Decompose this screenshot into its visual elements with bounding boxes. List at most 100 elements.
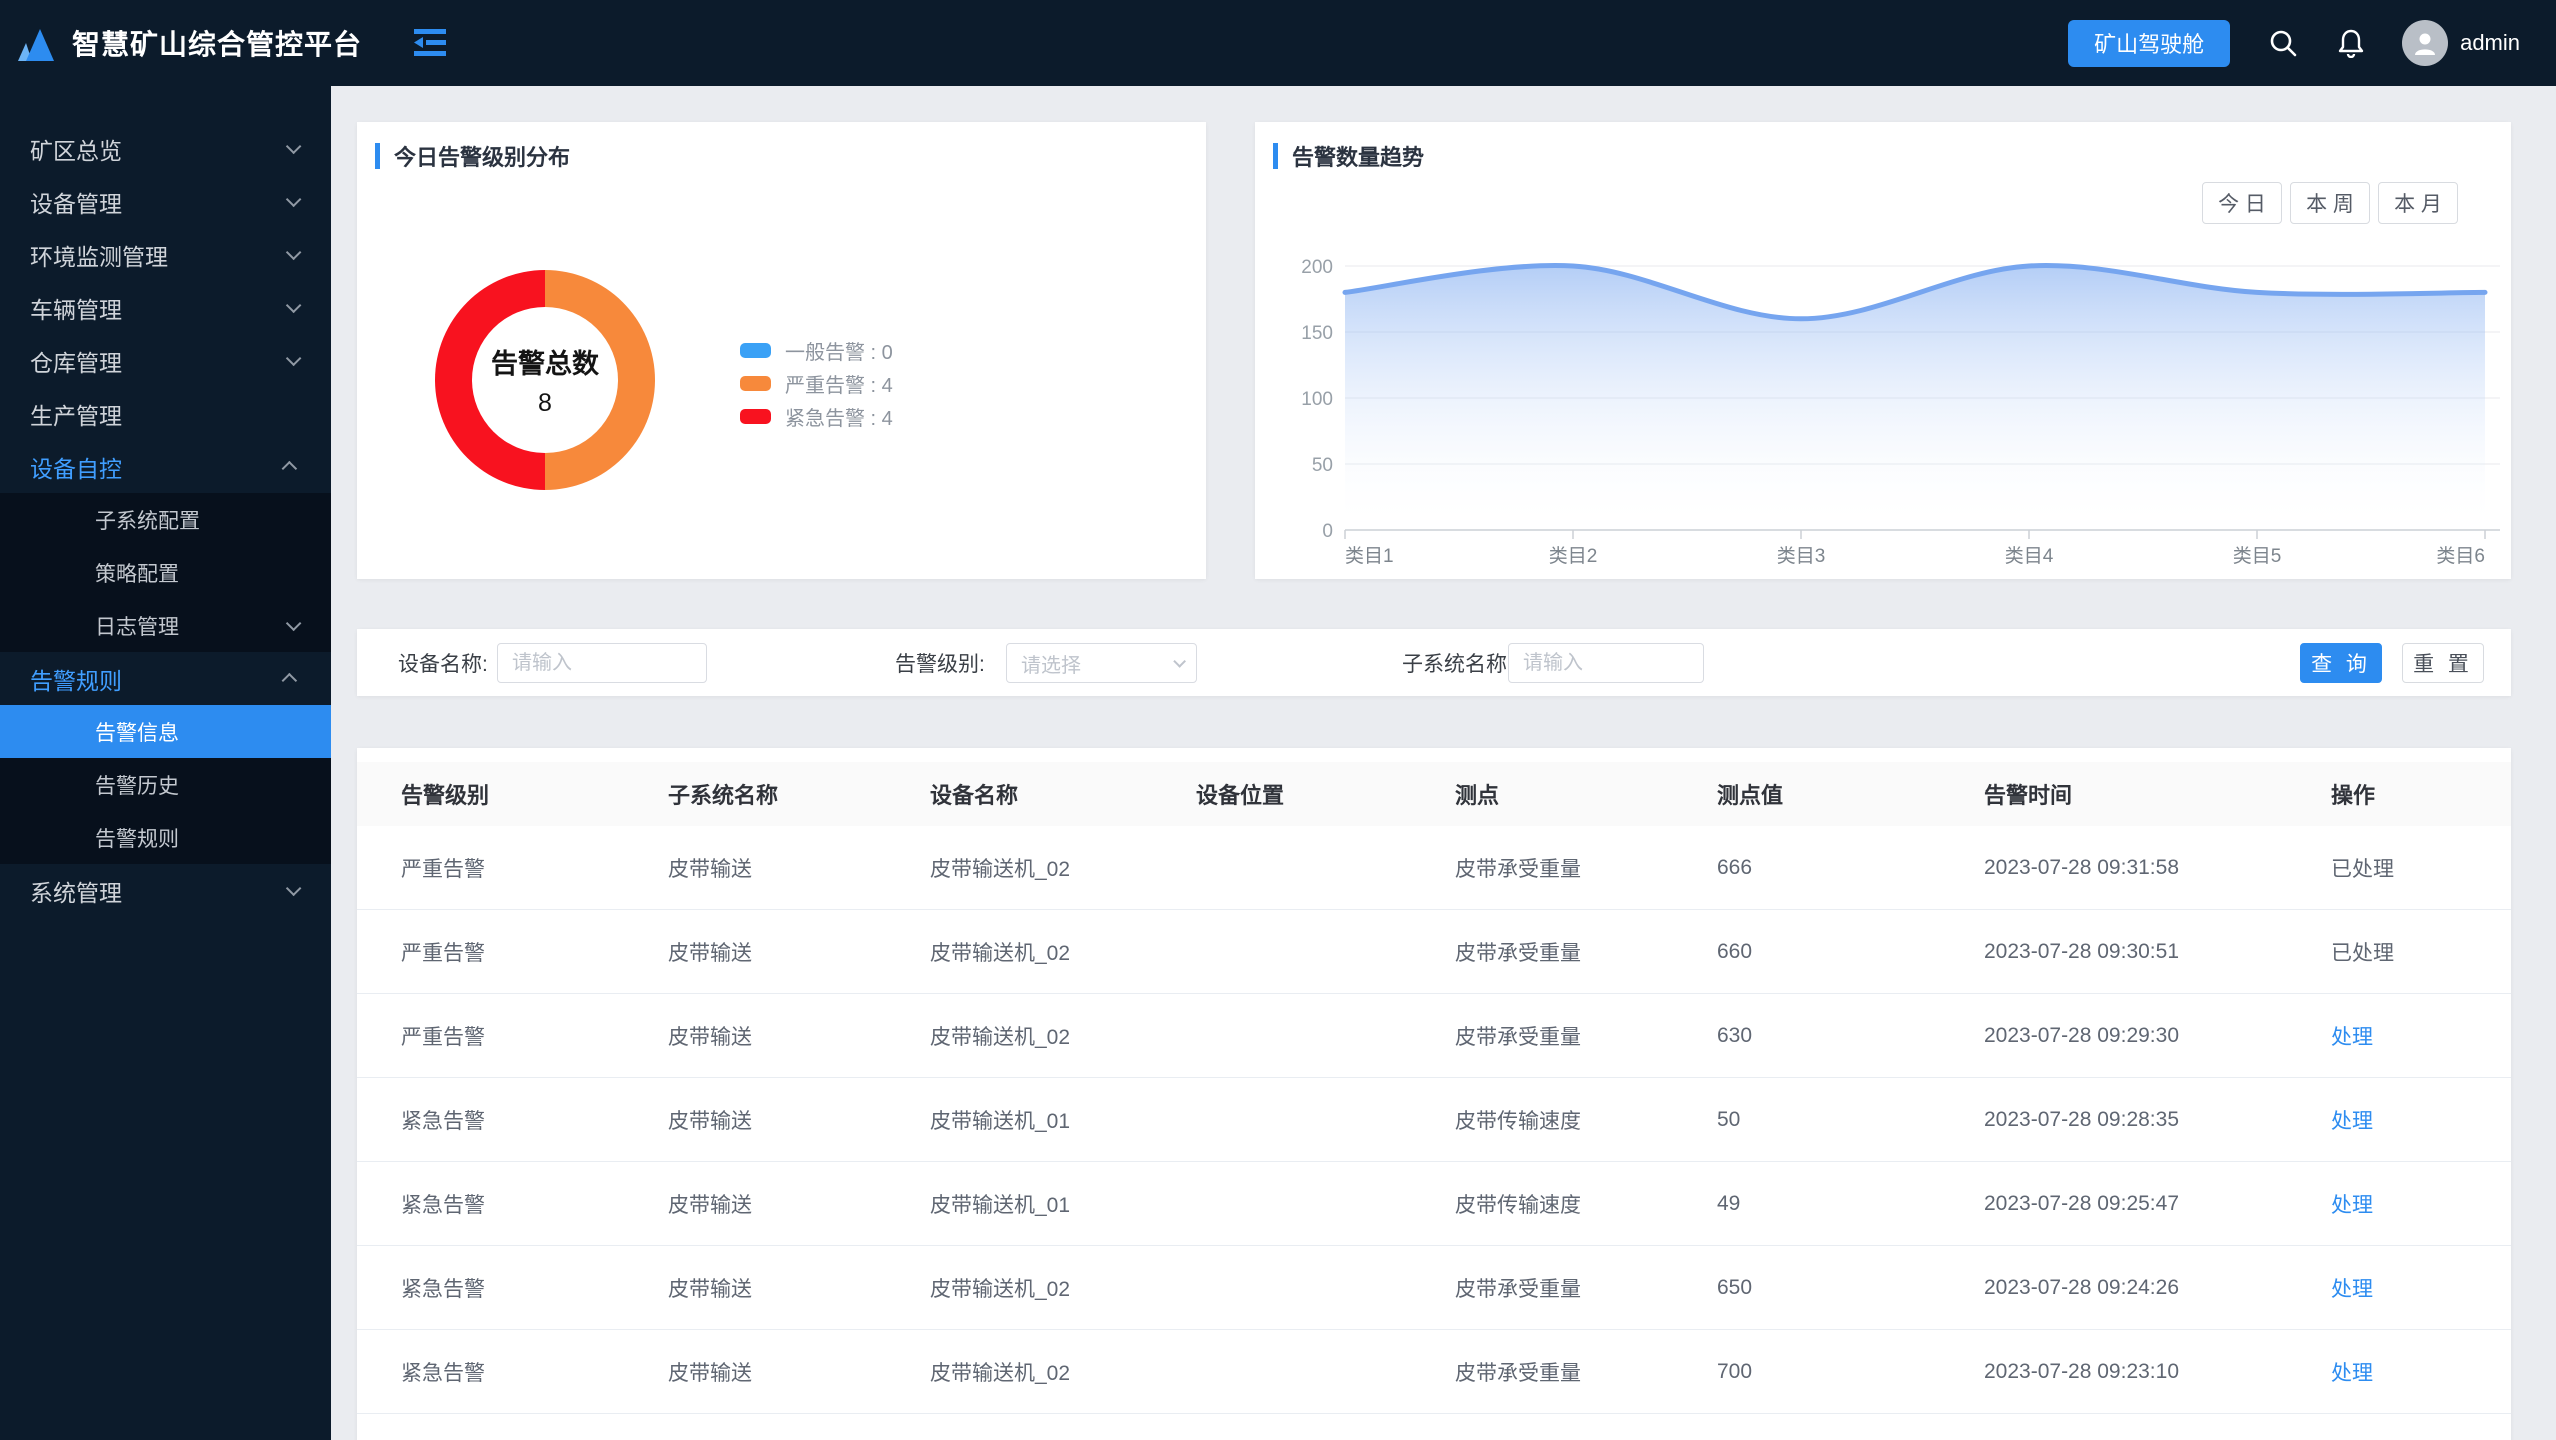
table-header-row: 告警级别 子系统名称 设备名称 设备位置 测点 测点值 告警时间 操作 <box>357 762 2511 826</box>
cell-point: 皮带承受重量 <box>1455 1277 1581 1301</box>
donut-center: 告警总数 8 <box>472 307 618 453</box>
svg-text:100: 100 <box>1301 389 1333 410</box>
sidebar-item-subsystem-config[interactable]: 子系统配置 <box>0 493 331 546</box>
cell-subsystem: 皮带输送 <box>668 1361 752 1385</box>
card-title: 告警数量趋势 <box>1273 140 1424 172</box>
chevron-down-icon <box>285 615 302 632</box>
subsystem-name-input[interactable] <box>1508 643 1704 683</box>
svg-text:50: 50 <box>1312 455 1333 476</box>
cell-level: 严重告警 <box>401 857 485 881</box>
column-header: 测点值 <box>1717 783 1784 808</box>
svg-text:类目5: 类目5 <box>2233 545 2282 567</box>
column-header: 测点 <box>1455 783 1500 808</box>
cell-level: 紧急告警 <box>401 1109 485 1133</box>
sidebar-item-label: 设备管理 <box>30 190 122 217</box>
sidebar-item-label: 生产管理 <box>30 402 122 429</box>
cell-device: 皮带输送机_01 <box>930 1109 1071 1133</box>
chevron-up-icon <box>281 672 298 689</box>
legend-item: 紧急告警 : 4 <box>740 400 893 433</box>
sidebar-collapse-icon[interactable] <box>412 26 448 60</box>
sidebar-item-label: 系统管理 <box>30 879 122 906</box>
table-row: 紧急告警 皮带输送 皮带输送机_02 皮带承受重量 700 2023-07-28… <box>357 1330 2511 1414</box>
sidebar-item-alarm-rules[interactable]: 告警规则 <box>0 652 331 705</box>
sidebar-item-device-auto-control[interactable]: 设备自控 <box>0 440 331 493</box>
column-header: 告警时间 <box>1984 783 2073 808</box>
sidebar-item-label: 告警历史 <box>95 774 179 798</box>
query-button[interactable]: 查 询 <box>2300 643 2382 683</box>
sidebar-item-device-management[interactable]: 设备管理 <box>0 175 331 228</box>
sidebar-item-alarm-info[interactable]: 告警信息 <box>0 705 331 758</box>
alarm-trend-card: 告警数量趋势 今 日 本 周 本 月 0 50 100 150 200 类目1 类目2 类目3… <box>1255 122 2511 579</box>
cell-level: 严重告警 <box>401 941 485 965</box>
cell-action-handle-link[interactable]: 处理 <box>2331 1021 2511 1051</box>
sidebar-item-label: 告警规则 <box>95 827 179 851</box>
range-button-today[interactable]: 今 日 <box>2202 182 2282 224</box>
notification-bell-icon[interactable] <box>2336 28 2366 58</box>
sidebar-item-label: 环境监测管理 <box>30 243 168 270</box>
select-placeholder: 请选择 <box>1021 654 1081 677</box>
reset-button[interactable]: 重 置 <box>2402 643 2484 683</box>
chevron-down-icon <box>285 880 302 897</box>
alarm-level-distribution-card: 今日告警级别分布 告警总数 8 一般告警 : 0 严重告警 : 4 紧急告警 :… <box>357 122 1206 579</box>
sidebar-item-label: 车辆管理 <box>30 296 122 323</box>
donut-center-label: 告警总数 <box>491 349 599 379</box>
chevron-down-icon <box>285 297 302 314</box>
sidebar-item-alarm-rules-sub[interactable]: 告警规则 <box>0 811 331 864</box>
title-accent-bar <box>375 143 380 169</box>
cell-action-handle-link[interactable]: 处理 <box>2331 1189 2511 1219</box>
cell-time: 2023-07-28 09:29:30 <box>1984 1023 2179 1047</box>
range-button-month[interactable]: 本 月 <box>2378 182 2458 224</box>
alarm-level-select[interactable]: 请选择 <box>1006 643 1197 683</box>
sidebar-item-environment-monitoring[interactable]: 环境监测管理 <box>0 228 331 281</box>
cell-action-handle-link[interactable]: 处理 <box>2331 1273 2511 1303</box>
cell-device: 皮带输送机_02 <box>930 1277 1071 1301</box>
donut-legend: 一般告警 : 0 严重告警 : 4 紧急告警 : 4 <box>740 334 893 433</box>
title-accent-bar <box>1273 143 1278 169</box>
alarm-donut-chart: 告警总数 8 <box>435 270 655 490</box>
top-bar: 智慧矿山综合管控平台 矿山驾驶舱 admin <box>0 0 2556 86</box>
sidebar-item-label: 矿区总览 <box>30 137 122 164</box>
cell-action-handle-link[interactable]: 处理 <box>2331 1357 2511 1387</box>
table-row: 严重告警 皮带输送 皮带输送机_02 皮带承受重量 处理 <box>357 1414 2511 1440</box>
filter-bar: 设备名称: 告警级别: 请选择 子系统名称: 查 询 重 置 <box>357 629 2511 696</box>
donut-total-value: 8 <box>538 389 552 417</box>
sidebar-item-production-management[interactable]: 生产管理 <box>0 387 331 440</box>
legend-item: 一般告警 : 0 <box>740 334 893 367</box>
table-row: 紧急告警 皮带输送 皮带输送机_01 皮带传输速度 50 2023-07-28 … <box>357 1078 2511 1162</box>
cell-point: 皮带承受重量 <box>1455 1361 1581 1385</box>
cell-value: 650 <box>1717 1275 1753 1299</box>
cell-time: 2023-07-28 09:28:35 <box>1984 1107 2179 1131</box>
cell-value: 630 <box>1717 1023 1753 1047</box>
cell-point: 皮带承受重量 <box>1455 857 1581 881</box>
sidebar-item-log-management[interactable]: 日志管理 <box>0 599 331 652</box>
sidebar-item-strategy-config[interactable]: 策略配置 <box>0 546 331 599</box>
column-header: 子系统名称 <box>668 783 779 808</box>
svg-text:类目3: 类目3 <box>1777 545 1826 567</box>
sidebar-item-alarm-history[interactable]: 告警历史 <box>0 758 331 811</box>
cell-level: 严重告警 <box>401 1025 485 1049</box>
cell-level: 紧急告警 <box>401 1193 485 1217</box>
sidebar-item-mine-overview[interactable]: 矿区总览 <box>0 122 331 175</box>
chevron-down-icon <box>285 350 302 367</box>
cell-action-handle-link[interactable]: 处理 <box>2331 1105 2511 1135</box>
cell-time: 2023-07-28 09:24:26 <box>1984 1275 2179 1299</box>
sidebar-item-vehicle-management[interactable]: 车辆管理 <box>0 281 331 334</box>
chevron-down-icon <box>1173 654 1186 668</box>
cell-time: 2023-07-28 09:31:58 <box>1984 855 2179 879</box>
legend-item: 严重告警 : 4 <box>740 367 893 400</box>
avatar[interactable] <box>2402 20 2449 66</box>
cell-action-processed: 已处理 <box>2331 857 2394 881</box>
cell-value: 660 <box>1717 939 1753 963</box>
legend-label: 严重告警 : 4 <box>785 375 893 397</box>
username[interactable]: admin <box>2460 30 2520 56</box>
cell-value: 49 <box>1717 1191 1741 1215</box>
table-row: 紧急告警 皮带输送 皮带输送机_02 皮带承受重量 650 2023-07-28… <box>357 1246 2511 1330</box>
search-icon[interactable] <box>2268 28 2298 58</box>
cockpit-button[interactable]: 矿山驾驶舱 <box>2068 19 2231 67</box>
sidebar-item-label: 设备自控 <box>30 455 122 482</box>
sidebar-item-warehouse-management[interactable]: 仓库管理 <box>0 334 331 387</box>
sidebar-item-system-management[interactable]: 系统管理 <box>0 864 331 917</box>
device-name-input[interactable] <box>497 643 707 683</box>
device-name-label: 设备名称: <box>398 652 488 676</box>
range-button-week[interactable]: 本 周 <box>2290 182 2370 224</box>
